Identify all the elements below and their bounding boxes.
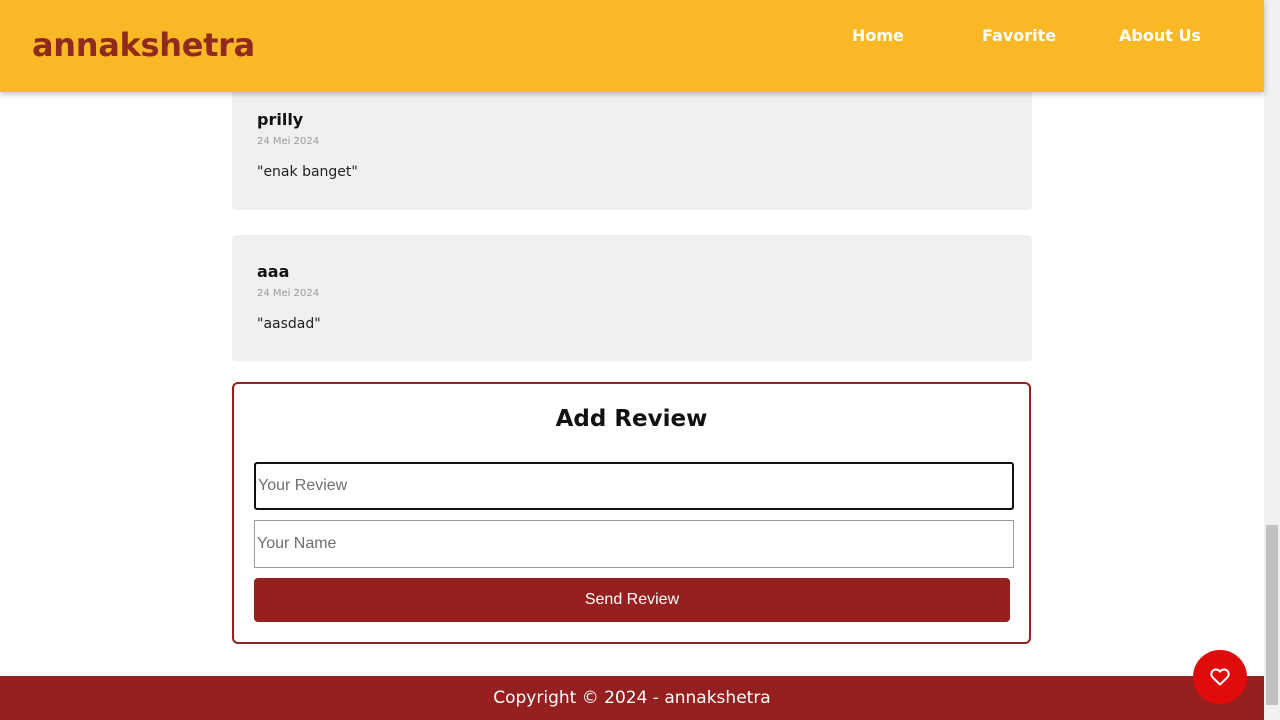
nav-favorite-link[interactable]: Favorite — [982, 26, 1056, 45]
send-review-button[interactable]: Send Review — [254, 578, 1010, 622]
name-input[interactable] — [254, 520, 1014, 568]
form-title: Add Review — [555, 406, 708, 432]
nav-home-link[interactable]: Home — [852, 26, 904, 45]
page: annakshetra Home Favorite About Us prill… — [0, 0, 1280, 720]
copyright-text: Copyright © 2024 - annakshetra — [493, 688, 771, 708]
review-text: "aasdad" — [257, 316, 321, 332]
review-card: aaa 24 Mei 2024 "aasdad" — [232, 235, 1032, 361]
site-header: annakshetra Home Favorite About Us — [0, 0, 1264, 92]
scrollbar-thumb[interactable] — [1266, 525, 1278, 705]
review-author: prilly — [257, 110, 304, 129]
heart-icon — [1210, 667, 1230, 687]
review-card: prilly 24 Mei 2024 "enak banget" — [232, 72, 1032, 210]
brand-logo[interactable]: annakshetra — [32, 26, 255, 64]
favorite-fab-button[interactable] — [1193, 650, 1247, 704]
page-scrollbar[interactable] — [1264, 0, 1280, 720]
review-author: aaa — [257, 262, 290, 281]
review-date: 24 Mei 2024 — [257, 288, 320, 299]
nav-about-link[interactable]: About Us — [1119, 26, 1201, 45]
review-text: "enak banget" — [257, 164, 358, 180]
add-review-form: Add Review Send Review — [232, 382, 1031, 644]
site-footer: Copyright © 2024 - annakshetra — [0, 676, 1264, 720]
review-date: 24 Mei 2024 — [257, 136, 320, 147]
review-input[interactable] — [254, 462, 1014, 510]
